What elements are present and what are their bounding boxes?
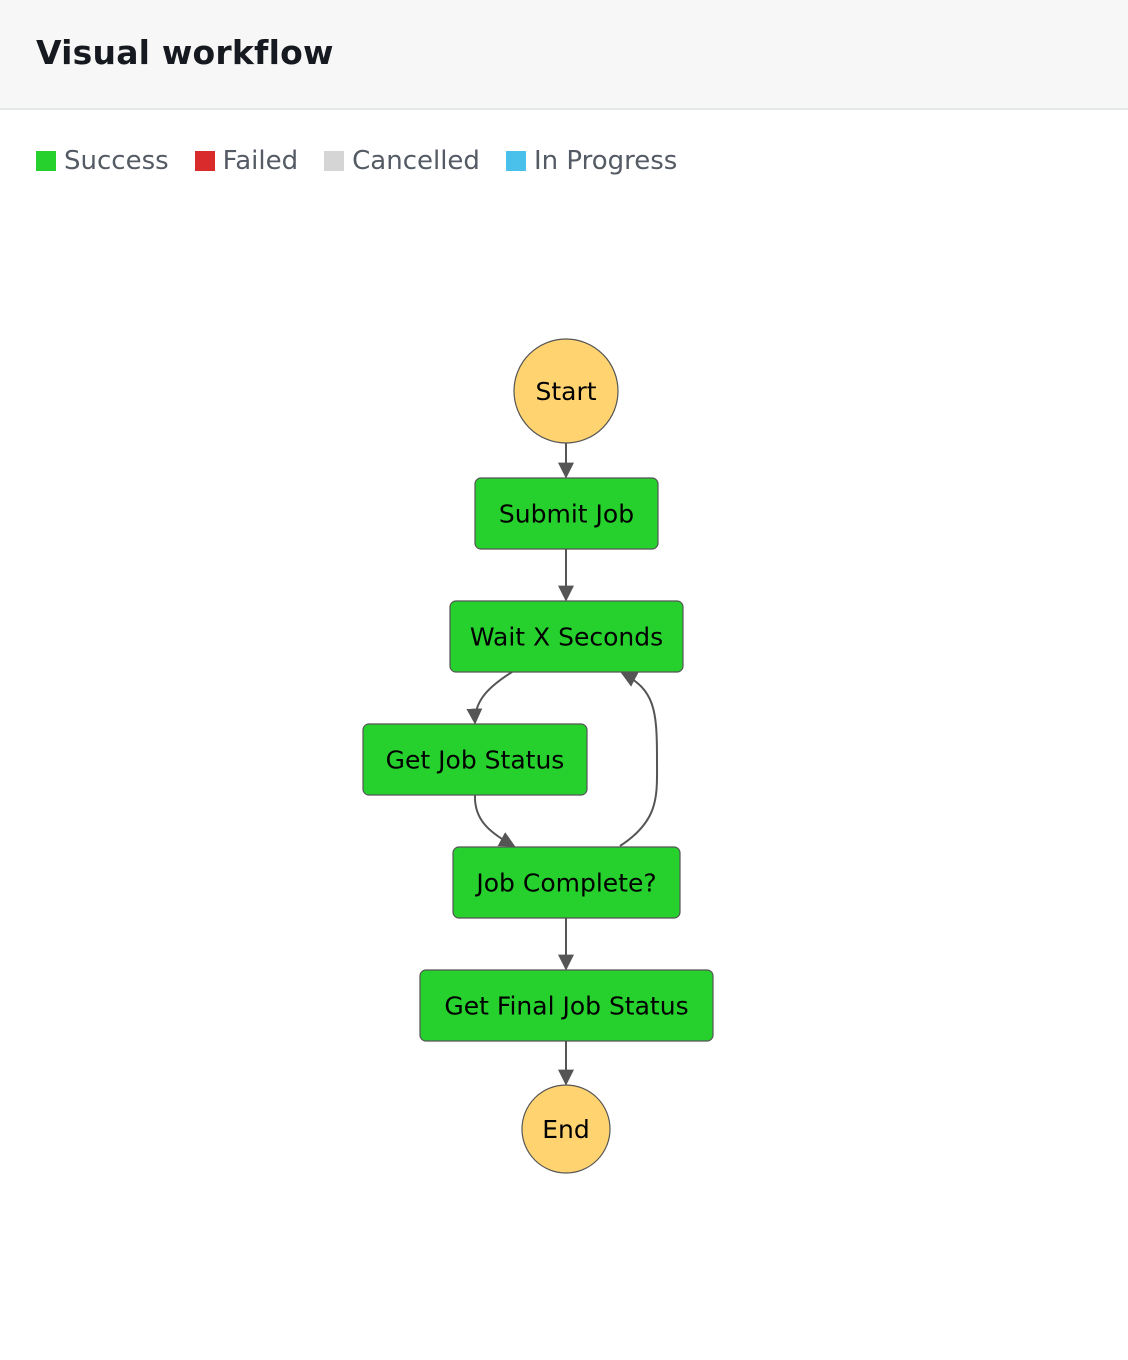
node-label: Submit Job <box>499 500 634 529</box>
node-getstatus[interactable]: Get Job Status <box>362 723 588 796</box>
workflow-diagram[interactable]: Start Submit Job Wait X Seconds Get Job Sta… <box>0 0 1128 1360</box>
node-label: Start <box>535 377 596 406</box>
node-end[interactable]: End <box>521 1084 611 1174</box>
edge-complete-to-wait <box>619 672 659 847</box>
node-label: Get Final Job Status <box>444 992 688 1021</box>
node-wait[interactable]: Wait X Seconds <box>449 600 684 673</box>
node-submit[interactable]: Submit Job <box>474 477 659 550</box>
edge-wait-to-getstatus <box>466 671 513 725</box>
node-label: Job Complete? <box>474 869 656 898</box>
node-label: End <box>542 1115 590 1144</box>
edge-getstatus-to-complete <box>473 794 516 847</box>
node-label: Get Job Status <box>386 746 565 775</box>
node-final[interactable]: Get Final Job Status <box>419 969 714 1042</box>
node-start[interactable]: Start <box>513 338 619 444</box>
node-label: Wait X Seconds <box>470 623 663 652</box>
node-complete[interactable]: Job Complete? <box>452 846 681 919</box>
nodes-layer: Start Submit Job Wait X Seconds Get Job Sta… <box>362 338 714 1174</box>
